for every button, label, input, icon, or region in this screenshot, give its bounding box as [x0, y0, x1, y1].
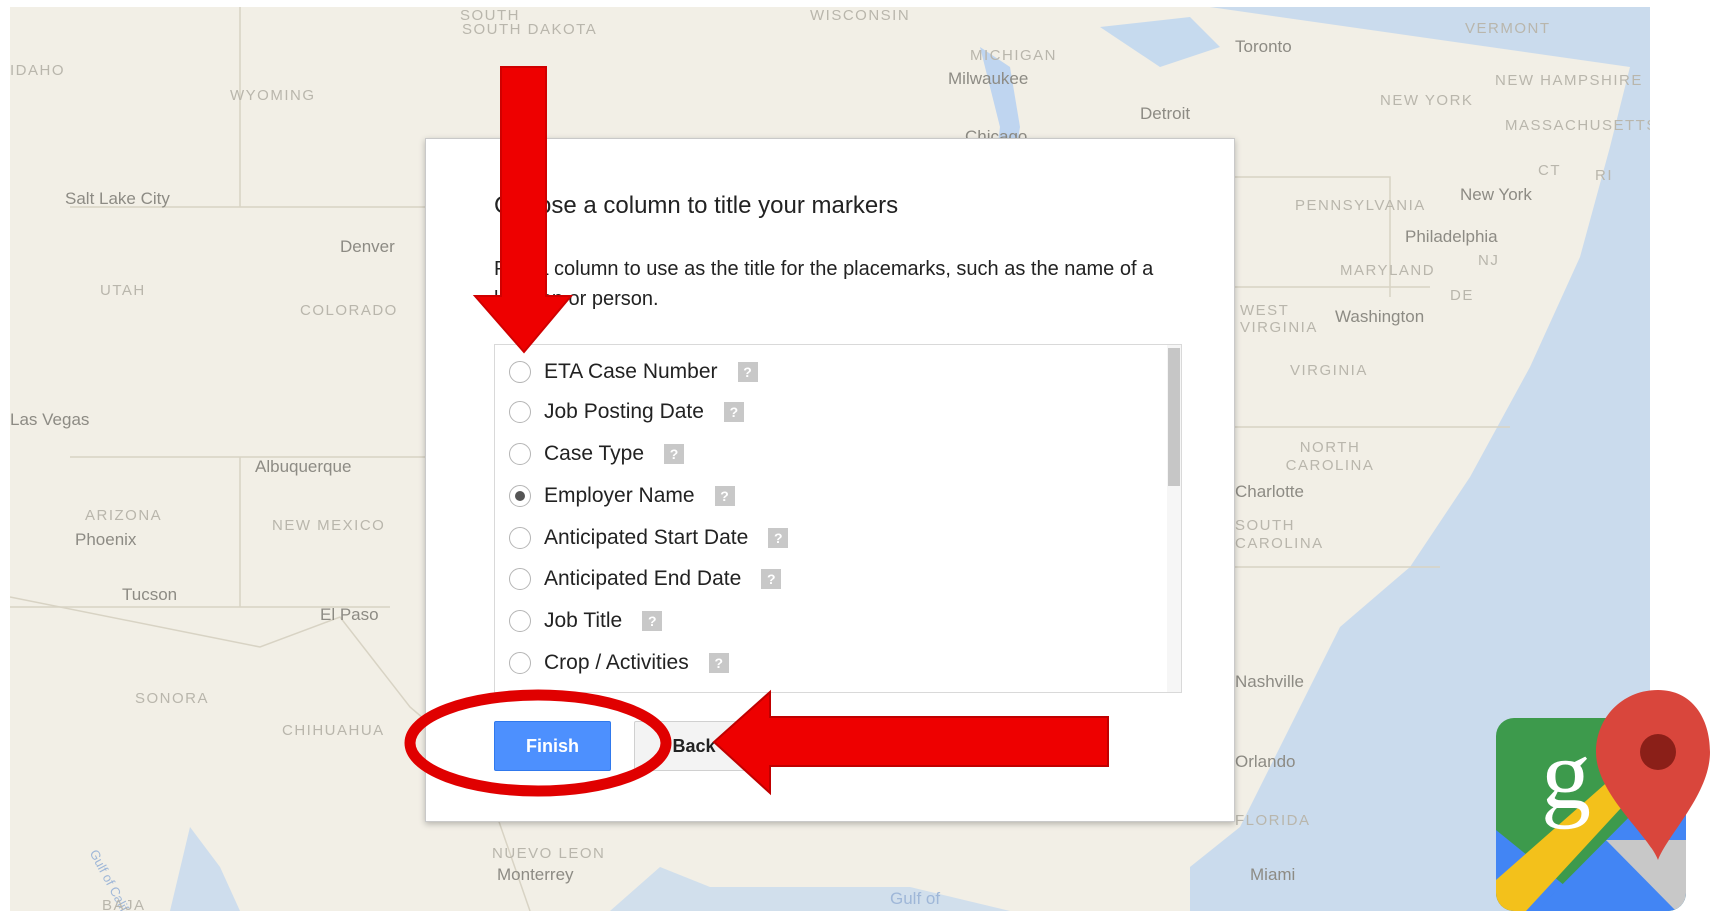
radio-button[interactable]: [509, 568, 531, 590]
option-label: Job Title: [544, 609, 623, 632]
option-label: Case Type: [544, 442, 645, 465]
map-label-albuquerque: Albuquerque: [255, 457, 352, 476]
map-label-salt-lake-city: Salt Lake City: [65, 189, 170, 208]
list-scrollbar[interactable]: [1167, 345, 1181, 692]
radio-button[interactable]: [509, 527, 531, 549]
option-employer-name[interactable]: Employer Name ?: [509, 481, 735, 511]
map-label-philadelphia: Philadelphia: [1405, 227, 1498, 246]
map-label-gulf-of-mexico: Gulf of: [890, 889, 941, 908]
map-label-florida: FLORIDA: [1235, 812, 1311, 829]
map-label-idaho: IDAHO: [10, 62, 66, 79]
map-label-colorado: COLORADO: [300, 302, 398, 319]
option-label: Employer Name: [544, 484, 695, 507]
map-label-maryland: MARYLAND: [1340, 262, 1436, 279]
map-label-arizona: ARIZONA: [85, 507, 163, 524]
map-label-charlotte: Charlotte: [1235, 482, 1304, 501]
option-case-type[interactable]: Case Type ?: [509, 439, 685, 469]
help-icon[interactable]: ?: [761, 569, 782, 589]
map-label-nashville: Nashville: [1235, 672, 1304, 691]
map-label-miami: Miami: [1250, 865, 1296, 884]
list-scrollbar-thumb[interactable]: [1168, 348, 1180, 486]
radio-button[interactable]: [509, 652, 531, 674]
map-label-nuevo-leon: NUEVO LEON: [492, 845, 606, 862]
map-label-baja: BAJA: [102, 897, 146, 911]
map-label-new-york: NEW YORK: [1380, 92, 1474, 109]
help-icon[interactable]: ?: [664, 444, 685, 464]
radio-button[interactable]: [509, 401, 531, 423]
map-label-phoenix: Phoenix: [75, 530, 137, 549]
logo-letter: g: [1541, 719, 1591, 830]
radio-button[interactable]: [509, 443, 531, 465]
option-crop-activities[interactable]: Crop / Activities ?: [509, 648, 729, 678]
finish-button[interactable]: Finish: [494, 721, 611, 771]
map-label-pennsylvania: PENNSYLVANIA: [1295, 197, 1426, 214]
map-label-south-dakota: SOUTH DAKOTA: [462, 21, 598, 38]
help-icon[interactable]: ?: [768, 528, 789, 548]
option-eta-case-number[interactable]: ETA Case Number ?: [509, 357, 758, 387]
map-label-michigan: MICHIGAN: [970, 47, 1057, 64]
map-label-north-carolina: NORTH CAROLINA: [1285, 439, 1375, 474]
map-label-detroit: Detroit: [1140, 104, 1191, 123]
radio-button[interactable]: [509, 610, 531, 632]
map-label-new-mexico: NEW MEXICO: [272, 517, 386, 534]
google-maps-logo-icon: g: [1496, 690, 1710, 911]
back-button[interactable]: Back: [634, 721, 754, 771]
help-icon[interactable]: ?: [714, 486, 735, 506]
column-options-list[interactable]: ETA Case Number ? Job Posting Date ? Cas…: [494, 344, 1182, 693]
map-label-south-carolina: SOUTH CAROLINA: [1235, 517, 1324, 552]
map-label-vermont: VERMONT: [1465, 20, 1551, 37]
map-label-massachusetts: MASSACHUSETTS: [1505, 117, 1650, 134]
map-label-orlando: Orlando: [1235, 752, 1296, 771]
radio-button[interactable]: [509, 361, 531, 383]
help-icon[interactable]: ?: [708, 653, 729, 673]
map-label-sonora: SONORA: [135, 690, 210, 707]
map-label-new-hampshire: NEW HAMPSHIRE: [1495, 72, 1643, 89]
map-label-chihuahua: CHIHUAHUA: [282, 722, 385, 739]
map-label-washington: Washington: [1335, 307, 1425, 326]
option-label: ETA Case Number: [544, 360, 718, 383]
map-label-wyoming: WYOMING: [230, 87, 316, 104]
help-icon[interactable]: ?: [642, 611, 663, 631]
option-anticipated-end-date[interactable]: Anticipated End Date ?: [509, 564, 782, 594]
map-label-el-paso: El Paso: [320, 605, 379, 624]
option-label: Anticipated End Date: [544, 567, 742, 590]
map-label-milwaukee: Milwaukee: [948, 69, 1029, 88]
map-label-denver: Denver: [340, 237, 395, 256]
map-label-de: DE: [1450, 287, 1474, 304]
dialog-title: Choose a column to title your markers: [494, 192, 899, 219]
radio-button-selected[interactable]: [509, 485, 531, 507]
option-job-title[interactable]: Job Title ?: [509, 606, 663, 636]
help-icon[interactable]: ?: [723, 402, 744, 422]
map-label-nj: NJ: [1478, 252, 1500, 269]
option-label: Crop / Activities: [544, 651, 689, 674]
map-label-toronto: Toronto: [1235, 37, 1292, 56]
map-label-virginia: VIRGINIA: [1290, 362, 1368, 379]
map-label-ri: RI: [1595, 167, 1613, 184]
map-label-new-york-city: New York: [1460, 185, 1532, 204]
map-label-tucson: Tucson: [122, 585, 178, 604]
option-label: Job Posting Date: [544, 400, 704, 423]
option-label: Anticipated Start Date: [544, 526, 749, 549]
map-label-utah: UTAH: [100, 282, 146, 299]
option-job-posting-date[interactable]: Job Posting Date ?: [509, 397, 744, 427]
dialog-description: Pick a column to use as the title for th…: [494, 258, 1154, 310]
option-anticipated-start-date[interactable]: Anticipated Start Date ?: [509, 523, 789, 553]
map-label-las-vegas: Las Vegas: [10, 410, 90, 429]
map-label-wisconsin: WISCONSIN: [810, 7, 911, 24]
map-label-monterrey: Monterrey: [497, 865, 574, 884]
help-icon[interactable]: ?: [737, 362, 758, 382]
map-label-west-virginia: WEST VIRGINIA: [1240, 302, 1318, 336]
map-label-ct: CT: [1538, 162, 1561, 179]
choose-title-column-dialog: Choose a column to title your markers Pi…: [425, 138, 1235, 822]
